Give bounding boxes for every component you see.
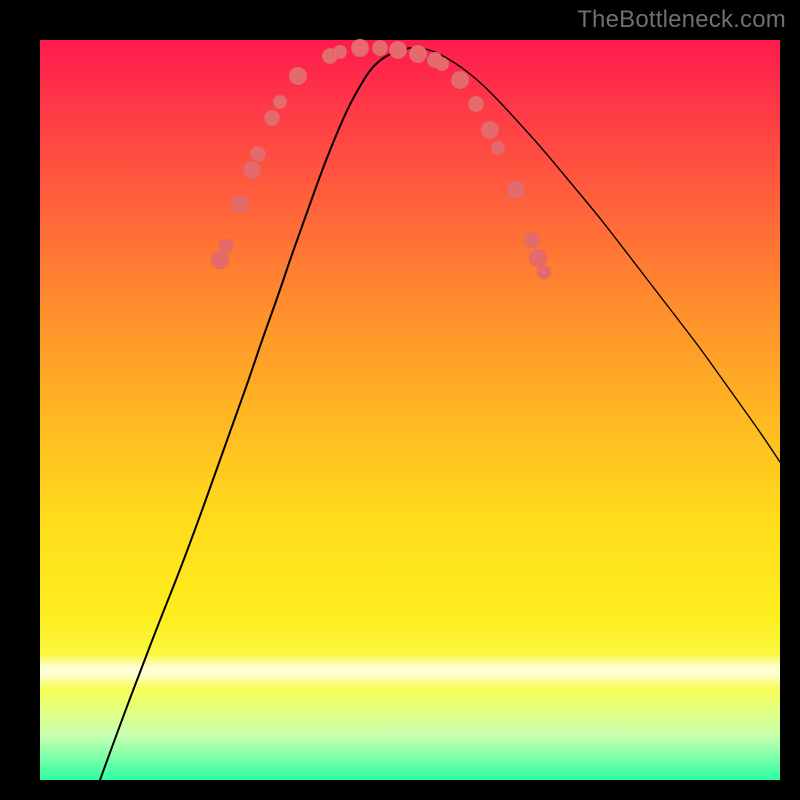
data-marker — [273, 95, 287, 109]
data-marker — [409, 45, 427, 63]
data-marker — [435, 57, 449, 71]
data-marker — [250, 146, 266, 162]
data-marker — [351, 39, 369, 57]
plot-area — [40, 40, 780, 780]
chart-svg — [40, 40, 780, 780]
data-marker — [491, 141, 505, 155]
data-marker — [524, 232, 540, 248]
watermark-text: TheBottleneck.com — [577, 6, 786, 34]
data-marker — [211, 251, 229, 269]
curve-right — [410, 48, 780, 462]
data-marker — [507, 181, 525, 199]
data-marker — [264, 110, 280, 126]
data-marker — [333, 45, 347, 59]
marker-group — [211, 39, 551, 279]
data-marker — [451, 71, 469, 89]
data-marker — [481, 121, 499, 139]
data-marker — [289, 67, 307, 85]
chart-frame: TheBottleneck.com — [0, 0, 800, 800]
data-marker — [529, 249, 547, 267]
data-marker — [372, 40, 388, 56]
data-marker — [468, 96, 484, 112]
data-marker — [389, 41, 407, 59]
data-marker — [243, 161, 261, 179]
data-marker — [219, 239, 233, 253]
data-marker — [231, 195, 249, 213]
data-marker — [537, 265, 551, 279]
